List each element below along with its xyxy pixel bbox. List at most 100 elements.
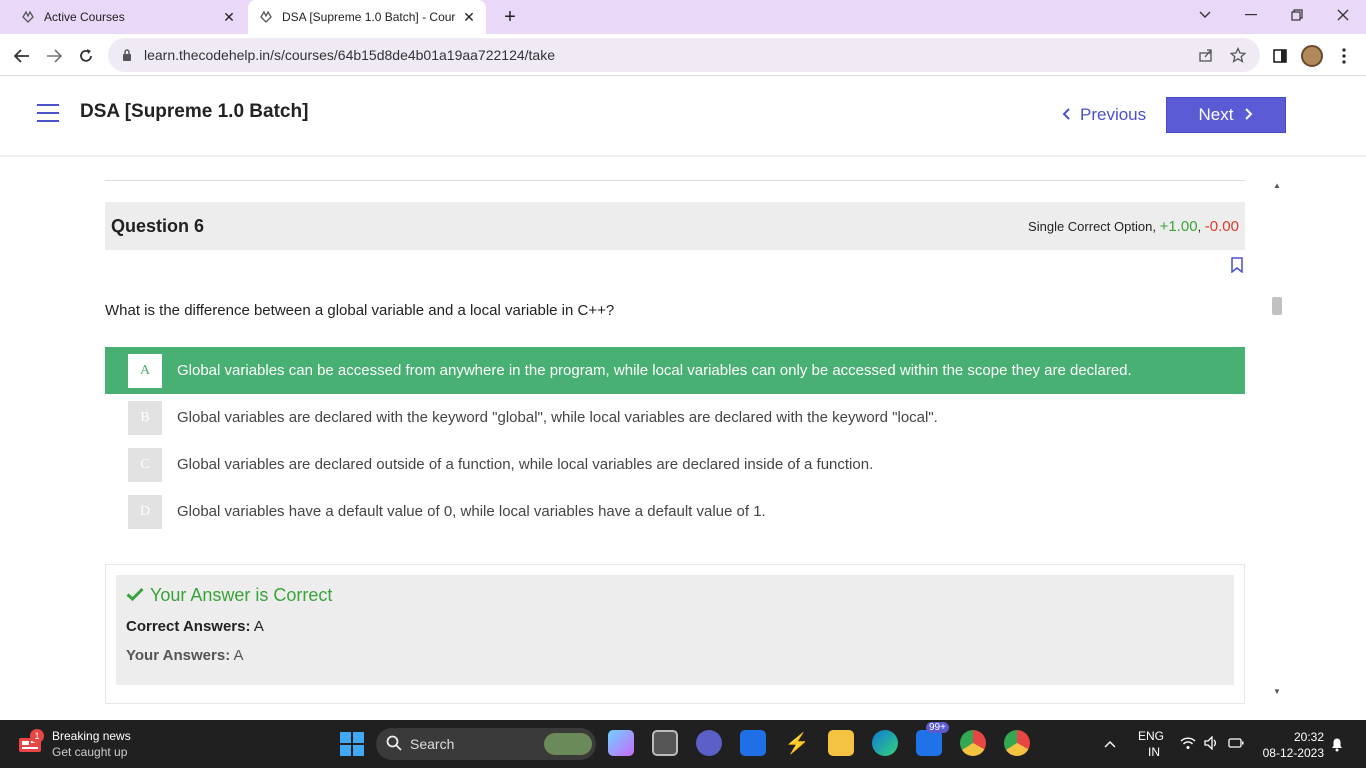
clock-time: 20:32 [1293,730,1324,744]
minus-marks: -0.00 [1204,217,1239,235]
profile-avatar[interactable] [1298,42,1326,70]
forward-arrow-icon[interactable] [40,42,68,70]
option-b[interactable]: B Global variables are declared with the… [105,394,1245,441]
battery-icon [1228,737,1244,751]
browser-toolbar: learn.thecodehelp.in/s/courses/64b15d8de… [0,34,1366,76]
search-icon [386,735,402,754]
taskbar-search[interactable]: Search [376,728,596,760]
tab-active-courses[interactable]: Active Courses ✕ [8,0,246,34]
question-content: Question 6 Single Correct Option, +1.00,… [0,159,1366,720]
volume-icon [1204,734,1220,753]
news-badge: 1 [30,729,44,743]
option-c[interactable]: C Global variables are declared outside … [105,441,1245,488]
wifi-icon [1180,736,1196,753]
news-subtitle: Get caught up [52,745,128,759]
codehelp-favicon-icon [258,9,274,25]
next-button[interactable]: Next [1166,97,1286,133]
option-letter: A [128,353,162,388]
mail-icon[interactable]: 99+ [916,722,949,756]
new-tab-icon[interactable]: + [498,5,522,29]
tab-title: Active Courses [44,10,125,24]
option-text: Global variables are declared outside of… [177,456,874,473]
address-bar[interactable]: learn.thecodehelp.in/s/courses/64b15d8de… [108,38,1260,72]
option-a[interactable]: A Global variables can be accessed from … [105,347,1245,394]
scroll-down-icon[interactable]: ▼ [1269,685,1285,697]
menu-hamburger-icon[interactable] [37,104,59,122]
teams-icon[interactable] [696,730,722,756]
scrollbar-thumb[interactable] [1272,297,1282,315]
system-tray[interactable] [1180,720,1244,768]
tab-dsa-course[interactable]: DSA [Supreme 1.0 Batch] - Cour ✕ [248,0,486,34]
chrome-profile-icon[interactable] [1004,730,1030,756]
bookmark-star-icon[interactable] [1230,38,1246,72]
side-panel-icon[interactable] [1266,42,1294,70]
edge-icon[interactable] [872,730,898,756]
your-answers-line: Your Answers: A [126,647,1224,664]
language-code: ENG [1138,729,1165,743]
file-explorer-icon[interactable] [828,730,854,756]
windows-taskbar: 1 Breaking news Get caught up Search ⚡ 9… [0,720,1366,768]
chevron-right-icon [1245,105,1253,125]
scroll-up-icon[interactable]: ▲ [1269,179,1285,191]
correct-answers-line: Correct Answers: A [126,618,1224,635]
correct-answers-value: A [253,618,264,635]
close-window-icon[interactable] [1320,0,1366,30]
lock-icon [122,49,134,61]
option-letter: D [128,494,162,529]
option-text: Global variables can be accessed from an… [177,362,1132,379]
reload-icon[interactable] [72,42,100,70]
news-icon: 1 [18,729,44,756]
dropbox-icon[interactable] [740,730,766,756]
search-label: Search [410,736,455,752]
tab-search-chevron-icon[interactable] [1182,0,1228,30]
share-icon[interactable] [1198,38,1214,72]
plus-marks: +1.00 [1159,217,1198,235]
option-text: Global variables are declared with the k… [177,409,938,426]
more-menu-icon[interactable] [1330,42,1358,70]
your-answers-label: Your Answers: [126,647,231,664]
system-clock[interactable]: 20:32 08-12-2023 [1256,729,1324,761]
question-type: Single Correct Option, [1028,218,1156,234]
tab-close-icon[interactable]: ✕ [218,6,240,28]
correct-answers-label: Correct Answers: [126,618,251,635]
option-letter: B [128,400,162,435]
course-header: DSA [Supreme 1.0 Batch] Previous Next [0,77,1366,157]
previous-button[interactable]: Previous [1062,105,1146,125]
answer-result-panel: Your Answer is Correct Correct Answers: … [116,575,1234,685]
question-marks: Single Correct Option, +1.00, -0.00 [1028,217,1239,235]
tab-title: DSA [Supreme 1.0 Batch] - Cour [282,10,456,24]
chevron-left-icon [1062,105,1070,125]
lightning-app-icon[interactable]: ⚡ [784,730,810,756]
restore-icon[interactable] [1274,0,1320,30]
task-view-icon[interactable] [652,730,678,756]
verdict-text: Your Answer is Correct [150,585,333,605]
minimize-icon[interactable] [1228,0,1274,30]
tray-overflow-icon[interactable] [1104,720,1116,768]
option-d[interactable]: D Global variables have a default value … [105,488,1245,535]
back-arrow-icon[interactable] [8,42,36,70]
mail-badge: 99+ [926,722,949,733]
notification-bell-icon[interactable] [1330,720,1344,768]
content-scrollbar[interactable]: ▲ ▼ [1269,179,1285,699]
search-highlight-image [544,733,592,755]
tab-close-icon[interactable]: ✕ [458,6,480,28]
question-text: What is the difference between a global … [105,302,615,319]
copilot-icon[interactable] [608,730,634,756]
windows-start-icon[interactable] [340,732,364,756]
question-title: Question 6 [111,215,205,236]
bookmark-icon[interactable] [1230,257,1244,274]
browser-tabstrip: Active Courses ✕ DSA [Supreme 1.0 Batch]… [0,0,1366,34]
clock-date: 08-12-2023 [1262,746,1324,760]
course-title: DSA [Supreme 1.0 Batch] [80,101,309,122]
region-code: IN [1148,745,1160,759]
your-answers-value: A [233,647,244,664]
check-icon [126,585,144,606]
codehelp-favicon-icon [20,9,36,25]
news-widget[interactable]: 1 Breaking news Get caught up [18,728,131,760]
previous-label: Previous [1080,105,1147,124]
question-header: Question 6 Single Correct Option, +1.00,… [105,202,1245,250]
answer-verdict: Your Answer is Correct [126,585,1224,606]
chrome-icon[interactable] [960,730,986,756]
language-indicator[interactable]: ENG IN [1138,720,1164,768]
divider [105,180,1245,181]
